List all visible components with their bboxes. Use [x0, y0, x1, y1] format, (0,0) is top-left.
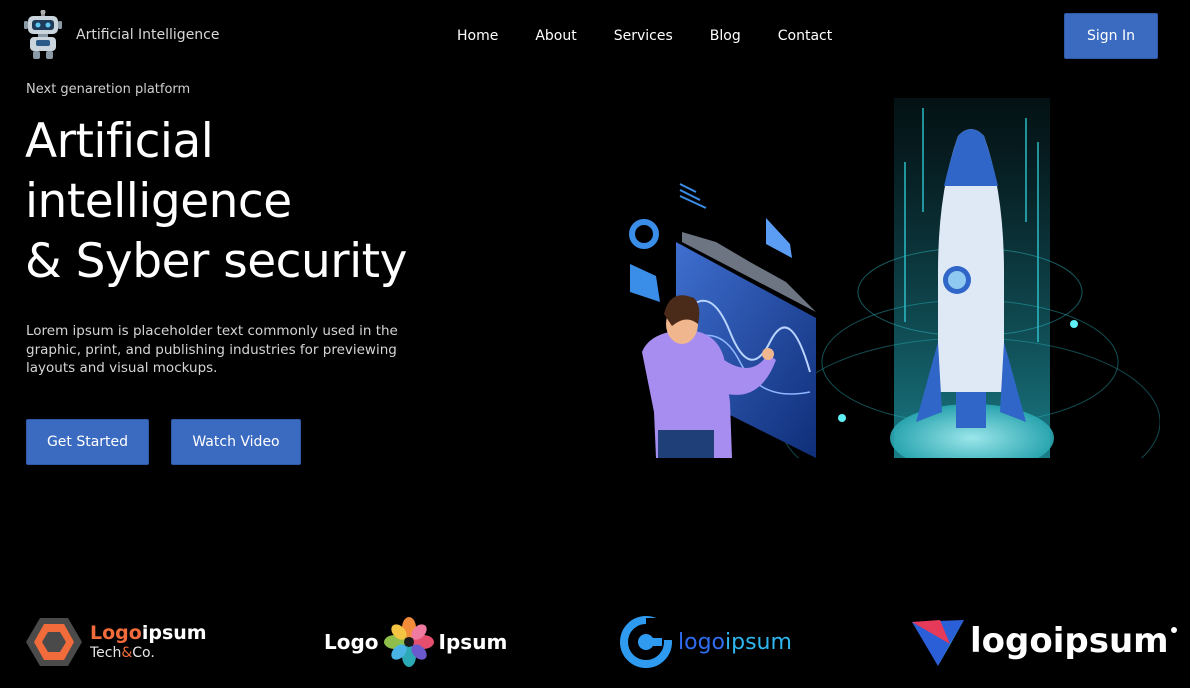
- logo1-part-e: Co.: [132, 645, 155, 661]
- hero-title-line-2: intelligence: [25, 174, 292, 229]
- logo4-dot: [1170, 627, 1177, 633]
- logo1-part-b: ipsum: [141, 622, 207, 644]
- watch-video-button[interactable]: Watch Video: [171, 419, 301, 465]
- hexagon-logo-icon: [26, 618, 82, 666]
- logo3-part-a: logo: [678, 629, 725, 655]
- hero-title: Artificial intelligence & Syber security: [25, 112, 545, 292]
- logo-triangle: logoipsum: [910, 614, 1177, 668]
- ring-logo-icon: [620, 616, 672, 668]
- logo1-part-a: Logo: [90, 622, 142, 644]
- logo-ring: logoipsum: [620, 616, 792, 668]
- hero-description: Lorem ipsum is placeholder text commonly…: [26, 323, 398, 376]
- partner-logos: Logoipsum Tech&Co. Logo Ipsum logoipsum …: [0, 610, 1190, 674]
- main-nav: Home About Services Blog Contact: [457, 28, 869, 44]
- hero-eyebrow: Next genaretion platform: [26, 82, 191, 97]
- brand[interactable]: Artificial Intelligence: [24, 10, 220, 60]
- nav-contact[interactable]: Contact: [778, 28, 832, 44]
- rocket-illustration: [629, 98, 1160, 458]
- logo-tech-co: Logoipsum Tech&Co.: [26, 616, 207, 668]
- nav-blog[interactable]: Blog: [710, 28, 741, 44]
- logo3-part-b: ipsum: [725, 629, 792, 655]
- hero-title-line-3: & Syber security: [25, 234, 407, 289]
- logo-flower: Logo Ipsum: [324, 616, 507, 668]
- triangle-logo-icon: [912, 620, 964, 666]
- flower-logo-icon: [383, 617, 434, 667]
- nav-services[interactable]: Services: [614, 28, 673, 44]
- brand-name: Artificial Intelligence: [76, 27, 220, 43]
- logo2-part-b: Ipsum: [438, 630, 508, 654]
- logo4-text: logoipsum: [970, 621, 1169, 661]
- nav-about[interactable]: About: [535, 28, 576, 44]
- nav-home[interactable]: Home: [457, 28, 498, 44]
- get-started-button[interactable]: Get Started: [26, 419, 149, 465]
- logo1-part-d: &: [121, 645, 133, 661]
- sign-in-button[interactable]: Sign In: [1064, 13, 1158, 59]
- hero-title-line-1: Artificial: [25, 114, 214, 169]
- logo1-part-c: Tech: [90, 645, 122, 661]
- logo2-part-a: Logo: [324, 630, 379, 654]
- robot-icon: [24, 10, 62, 59]
